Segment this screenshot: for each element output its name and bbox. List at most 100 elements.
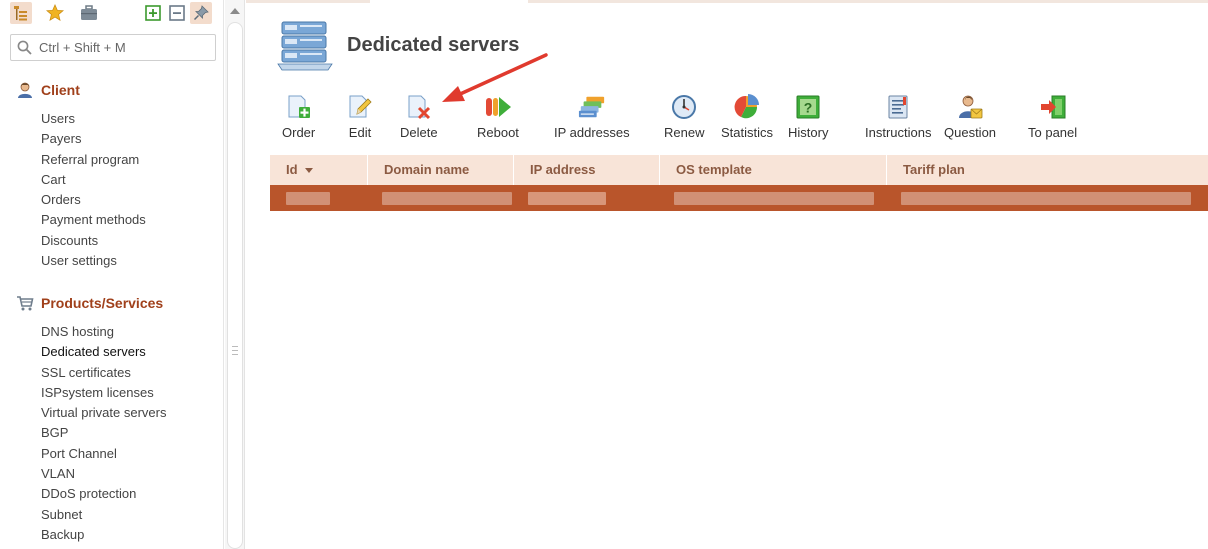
menu-item-dedicated-servers[interactable]: Dedicated servers xyxy=(41,342,166,362)
collapse-all-button[interactable] xyxy=(166,2,188,24)
edit-button[interactable]: Edit xyxy=(346,93,374,140)
statistics-label: Statistics xyxy=(721,125,774,140)
column-header-os-template[interactable]: OS template xyxy=(660,155,887,185)
delete-icon xyxy=(408,95,430,120)
ip-addresses-button[interactable]: IP addresses xyxy=(554,93,630,140)
reboot-icon xyxy=(485,97,511,117)
reboot-label: Reboot xyxy=(477,125,519,140)
edit-label: Edit xyxy=(348,125,372,140)
renew-icon xyxy=(672,95,697,119)
page-header: Dedicated servers xyxy=(276,18,519,72)
menu-item-port-channel[interactable]: Port Channel xyxy=(41,444,166,464)
active-tab[interactable] xyxy=(370,0,528,3)
search-input[interactable] xyxy=(37,39,207,56)
cell-domain-name xyxy=(368,185,514,211)
menu-item-vlan[interactable]: VLAN xyxy=(41,464,166,484)
menu-search-box[interactable] xyxy=(10,34,216,61)
client-menu: Users Payers Referral program Cart Order… xyxy=(41,109,146,271)
menu-item-dns-hosting[interactable]: DNS hosting xyxy=(41,322,166,342)
column-header-tariff-plan[interactable]: Tariff plan xyxy=(887,155,1208,185)
question-icon xyxy=(959,95,983,119)
sidebar: Client Users Payers Referral program Car… xyxy=(0,0,224,549)
instructions-button[interactable]: Instructions xyxy=(865,93,931,140)
menu-item-cart[interactable]: Cart xyxy=(41,170,146,190)
to-panel-icon xyxy=(1040,95,1066,119)
ip-addresses-icon xyxy=(578,96,604,118)
column-header-tariff-plan-label: Tariff plan xyxy=(903,162,965,177)
sidebar-splitter[interactable] xyxy=(225,0,245,549)
menu-item-virtual-private-servers[interactable]: Virtual private servers xyxy=(41,403,166,423)
statistics-button[interactable]: Statistics xyxy=(721,93,773,140)
sidebar-toolbar xyxy=(10,2,213,24)
briefcase-button[interactable] xyxy=(78,2,100,24)
column-header-domain-name-label: Domain name xyxy=(384,162,470,177)
menu-item-discounts[interactable]: Discounts xyxy=(41,231,146,251)
instructions-icon xyxy=(888,95,908,119)
favorites-button[interactable] xyxy=(44,2,66,24)
table-header: Id Domain name IP address OS template Ta… xyxy=(270,155,1208,185)
column-header-id[interactable]: Id xyxy=(270,155,368,185)
column-header-id-label: Id xyxy=(286,162,298,177)
svg-text:?: ? xyxy=(804,100,813,116)
briefcase-icon xyxy=(81,5,97,20)
scroll-up-arrow-icon[interactable] xyxy=(230,8,240,14)
menu-item-payment-methods[interactable]: Payment methods xyxy=(41,210,146,230)
table-row[interactable] xyxy=(270,185,1208,211)
tree-view-button[interactable] xyxy=(10,2,32,24)
delete-button[interactable]: Delete xyxy=(400,93,438,140)
user-icon xyxy=(18,82,32,98)
renew-button[interactable]: Renew xyxy=(664,93,704,140)
menu-item-orders[interactable]: Orders xyxy=(41,190,146,210)
menu-item-ispsystem-licenses[interactable]: ISPsystem licenses xyxy=(41,383,166,403)
server-rack-icon xyxy=(277,21,333,71)
menu-item-users[interactable]: Users xyxy=(41,109,146,129)
redacted-os xyxy=(674,192,874,205)
history-label: History xyxy=(788,125,829,140)
statistics-icon xyxy=(734,94,759,119)
redacted-tariff xyxy=(901,192,1191,205)
sort-desc-icon xyxy=(304,168,313,174)
reboot-button[interactable]: Reboot xyxy=(477,93,519,140)
cart-icon xyxy=(17,296,34,311)
splitter-grip-icon[interactable] xyxy=(232,346,238,355)
renew-label: Renew xyxy=(664,125,705,140)
instructions-label: Instructions xyxy=(865,125,932,140)
order-add-icon xyxy=(288,95,310,118)
sidebar-scrollbar[interactable] xyxy=(227,22,243,549)
menu-item-backup[interactable]: Backup xyxy=(41,525,166,545)
history-icon: ? xyxy=(796,95,820,119)
question-button[interactable]: Question xyxy=(944,93,996,140)
menu-item-ddos-protection[interactable]: DDoS protection xyxy=(41,484,166,504)
products-menu: DNS hosting Dedicated servers SSL certif… xyxy=(41,322,166,545)
expand-all-button[interactable] xyxy=(142,2,164,24)
servers-table: Id Domain name IP address OS template Ta… xyxy=(270,155,1208,211)
menu-item-user-settings[interactable]: User settings xyxy=(41,251,146,271)
section-products-title: Products/Services xyxy=(41,295,164,311)
column-header-os-template-label: OS template xyxy=(676,162,752,177)
menu-item-referral-program[interactable]: Referral program xyxy=(41,150,146,170)
cell-os-template xyxy=(660,185,887,211)
menu-item-subnet[interactable]: Subnet xyxy=(41,505,166,525)
delete-label: Delete xyxy=(400,125,438,140)
menu-item-bgp[interactable]: BGP xyxy=(41,423,166,443)
menu-item-ssl-certificates[interactable]: SSL certificates xyxy=(41,363,166,383)
menu-item-payers[interactable]: Payers xyxy=(41,129,146,149)
section-products-services[interactable]: Products/Services xyxy=(16,294,163,312)
question-label: Question xyxy=(944,125,997,140)
column-header-domain-name[interactable]: Domain name xyxy=(368,155,514,185)
section-client-title: Client xyxy=(41,82,80,98)
redacted-domain xyxy=(382,192,512,205)
order-button[interactable]: Order xyxy=(282,93,315,140)
edit-icon xyxy=(349,95,372,118)
page-title: Dedicated servers xyxy=(347,33,520,56)
ip-addresses-label: IP addresses xyxy=(554,125,630,140)
redacted-id xyxy=(286,192,330,205)
column-header-ip-address[interactable]: IP address xyxy=(514,155,660,185)
to-panel-button[interactable]: To panel xyxy=(1028,93,1077,140)
search-icon xyxy=(17,40,32,55)
history-button[interactable]: ? History xyxy=(788,93,828,140)
redacted-ip xyxy=(528,192,606,205)
main-content: Dedicated servers Order Edit Delete Rebo… xyxy=(246,0,1208,549)
section-client[interactable]: Client xyxy=(16,81,80,99)
pin-button[interactable] xyxy=(190,2,212,24)
